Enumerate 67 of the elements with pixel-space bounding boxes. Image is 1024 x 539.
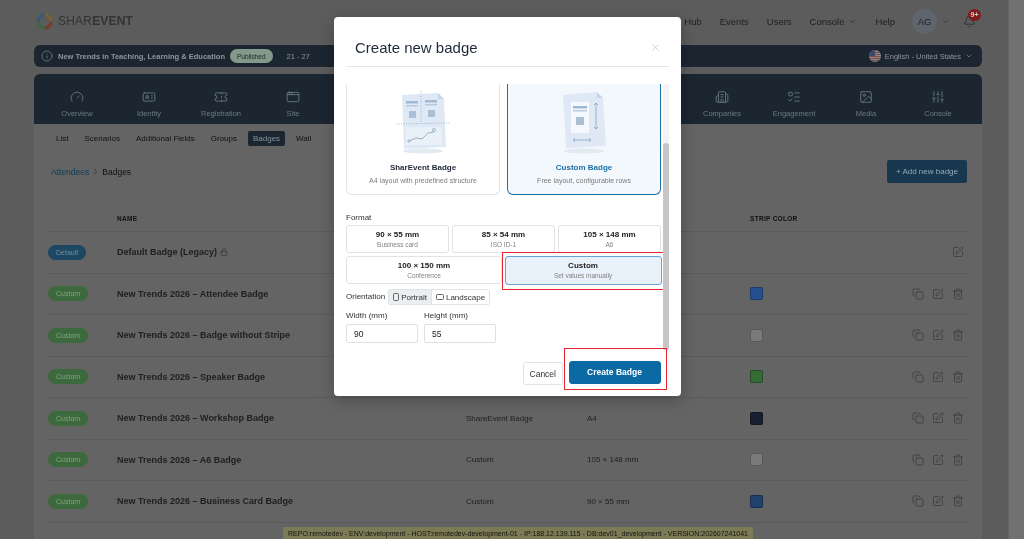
copy-icon[interactable] (912, 453, 924, 466)
pencil-icon[interactable] (932, 287, 944, 300)
input-field[interactable]: 90 (346, 324, 418, 343)
sub-tab[interactable]: Badges (247, 131, 286, 146)
input-field[interactable]: 55 (424, 324, 496, 343)
browser-window-icon (286, 90, 300, 104)
trash-icon[interactable] (952, 287, 964, 300)
image-icon (859, 90, 873, 104)
field-label: Width (mm) (346, 311, 388, 321)
orientation-option[interactable]: Portrait (389, 290, 431, 304)
copy-icon[interactable] (912, 495, 924, 508)
badge-name: New Trends 2026 – Badge without Stripe (117, 330, 291, 341)
pencil-icon[interactable] (952, 246, 964, 259)
copy-icon[interactable] (912, 370, 924, 383)
info-icon (41, 50, 53, 62)
pencil-icon[interactable] (932, 453, 944, 466)
landscape-rectangle-icon (435, 294, 444, 300)
pencil-icon[interactable] (932, 412, 944, 425)
pencil-icon[interactable] (932, 370, 944, 383)
trash-icon[interactable] (952, 329, 964, 342)
logo-icon (36, 12, 53, 30)
copy-icon[interactable] (912, 329, 924, 342)
sub-tab[interactable]: Additional Fields (131, 131, 200, 146)
chevron-down-icon (965, 52, 973, 60)
nav-link[interactable]: Events (719, 15, 749, 27)
sub-tab[interactable]: Wall (291, 131, 317, 146)
id-card-icon (142, 90, 156, 104)
copy-icon[interactable] (912, 287, 924, 300)
gauge-icon (70, 90, 84, 104)
pencil-icon[interactable] (932, 329, 944, 342)
copy-icon[interactable] (912, 412, 924, 425)
badge-name: New Trends 2026 – Speaker Badge (117, 371, 266, 382)
badge-name: New Trends 2026 – A6 Badge (117, 454, 242, 465)
trash-icon[interactable] (952, 412, 964, 425)
field-label: Format (346, 212, 372, 223)
breadcrumb-link[interactable]: Attendees (51, 166, 90, 177)
ticket-icon (214, 90, 228, 104)
badge-name: New Trends 2026 – Attendee Badge (117, 288, 269, 299)
checklist-icon (787, 90, 801, 104)
badge-name: New Trends 2026 – Workshop Badge (117, 413, 274, 424)
flag-icon (868, 50, 881, 62)
building-icon (715, 90, 729, 104)
create-button[interactable]: Create Badge (568, 360, 661, 384)
sub-tab[interactable]: Scenarios (79, 131, 126, 146)
sub-tab[interactable]: Groups (205, 131, 242, 146)
type-cell: ShareEvent Badge (466, 413, 534, 423)
scrollbar-thumb[interactable] (663, 143, 669, 350)
format-cell: A4 (587, 413, 597, 423)
trash-icon[interactable] (952, 495, 964, 508)
pencil-icon[interactable] (932, 495, 944, 508)
badge-name: Default Badge (Legacy) (117, 247, 218, 258)
modal-title: Create new badge (354, 39, 478, 56)
breadcrumb-current: Badges (102, 166, 132, 177)
portrait-rectangle-icon (393, 293, 400, 301)
field-label: Orientation (346, 292, 386, 302)
field-label: Height (mm) (424, 311, 468, 321)
trash-icon[interactable] (952, 453, 964, 466)
trash-icon[interactable] (952, 370, 964, 383)
sliders-icon (931, 90, 945, 104)
nav-link[interactable]: Console (809, 15, 858, 27)
cancel-button[interactable]: Cancel (522, 362, 563, 385)
add-badge-button[interactable]: + Add new badge (886, 160, 967, 183)
sub-tab[interactable]: List (51, 131, 74, 146)
orientation-option[interactable]: Landscape (430, 290, 490, 304)
avatar[interactable]: AG (912, 8, 937, 34)
badge-name: New Trends 2026 – Business Card Badge (117, 496, 294, 507)
close-icon[interactable] (650, 42, 661, 53)
